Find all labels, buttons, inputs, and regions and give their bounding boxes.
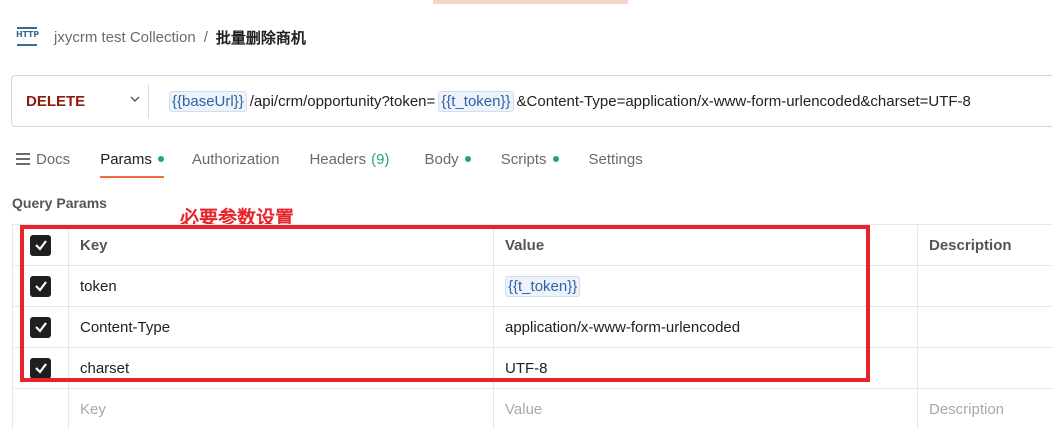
- url-bar: DELETE {{baseUrl}} /api/crm/opportunity?…: [11, 75, 1052, 127]
- row-checkbox[interactable]: [30, 357, 51, 379]
- url-input[interactable]: {{baseUrl}} /api/crm/opportunity?token= …: [169, 90, 974, 112]
- table-row: Content-Type application/x-www-form-urle…: [12, 307, 1052, 348]
- method-select[interactable]: DELETE: [12, 76, 148, 126]
- tab-label: Docs: [36, 150, 71, 168]
- url-variable-token: {{t_token}}: [438, 90, 514, 112]
- http-request-icon: HTTP: [16, 26, 39, 48]
- url-variable-baseurl: {{baseUrl}}: [169, 90, 247, 112]
- select-all-cell: [12, 225, 69, 265]
- column-header-description: Description: [929, 236, 1012, 254]
- tab-settings[interactable]: Settings: [589, 144, 643, 174]
- table-row: token {{t_token}}: [12, 266, 1052, 307]
- column-header-key: Key: [69, 225, 494, 265]
- url-query: &Content-Type=application/x-www-form-url…: [516, 92, 971, 110]
- param-description[interactable]: [918, 348, 1052, 388]
- headers-count-badge: (9): [371, 150, 390, 168]
- new-param-key-input[interactable]: Key: [69, 389, 494, 429]
- new-param-description-input[interactable]: Description: [918, 389, 1052, 429]
- tab-label: Params: [100, 150, 152, 168]
- url-divider: [148, 84, 149, 118]
- param-key[interactable]: token: [69, 266, 494, 306]
- docs-icon: [16, 153, 30, 165]
- query-params-title: Query Params: [12, 195, 107, 211]
- param-key[interactable]: charset: [69, 348, 494, 388]
- table-row: charset UTF-8: [12, 348, 1052, 389]
- checkmark-icon: [34, 363, 47, 374]
- tab-body[interactable]: Body: [424, 144, 471, 174]
- checkmark-icon: [34, 322, 47, 333]
- param-value: {{t_token}}: [505, 275, 581, 297]
- param-description[interactable]: [918, 266, 1052, 306]
- table-row-empty: Key Value Description: [12, 389, 1052, 429]
- row-checkbox[interactable]: [30, 316, 51, 338]
- column-header-value: Value: [494, 225, 918, 265]
- tab-params[interactable]: Params: [100, 144, 164, 178]
- param-value-cell[interactable]: {{t_token}}: [494, 266, 918, 306]
- checkbox-cell: [12, 307, 69, 347]
- tab-label: Scripts: [500, 150, 547, 168]
- tab-docs[interactable]: Docs: [16, 144, 70, 174]
- tab-authorization[interactable]: Authorization: [192, 144, 280, 174]
- status-dot: [464, 156, 471, 162]
- param-value[interactable]: application/x-www-form-urlencoded: [494, 307, 918, 347]
- checkbox-cell: [12, 348, 69, 388]
- select-all-checkbox[interactable]: [30, 234, 51, 256]
- request-name[interactable]: 批量删除商机: [216, 27, 306, 48]
- chevron-down-icon: [130, 96, 140, 102]
- tab-headers[interactable]: Headers (9): [309, 144, 389, 174]
- status-dot: [157, 156, 164, 162]
- param-key[interactable]: Content-Type: [69, 307, 494, 347]
- tab-label: Body: [424, 150, 459, 168]
- checkmark-icon: [34, 281, 47, 292]
- breadcrumb-collection[interactable]: jxycrm test Collection: [54, 29, 196, 46]
- request-tabs: Docs Params Authorization Headers (9) Bo…: [16, 144, 643, 180]
- url-path: /api/crm/opportunity?token=: [249, 92, 436, 110]
- tab-label: Settings: [588, 150, 643, 168]
- new-param-value-input[interactable]: Value: [494, 389, 918, 429]
- top-accent-bar: [433, 0, 628, 4]
- param-value[interactable]: UTF-8: [494, 348, 918, 388]
- tab-scripts[interactable]: Scripts: [501, 144, 559, 174]
- table-header-row: Key Value Description: [12, 225, 1052, 266]
- checkmark-icon: [34, 240, 47, 251]
- checkbox-cell: [12, 266, 69, 306]
- breadcrumb-separator: /: [203, 28, 208, 46]
- breadcrumb: HTTP jxycrm test Collection / 批量删除商机: [16, 24, 306, 50]
- method-label: DELETE: [26, 92, 86, 110]
- param-description[interactable]: [918, 307, 1052, 347]
- checkbox-cell: [12, 389, 69, 429]
- query-params-table: Key Value Description token {{t_token}} …: [12, 224, 1052, 429]
- row-checkbox[interactable]: [30, 275, 51, 297]
- tab-label: Headers: [309, 150, 367, 168]
- tab-label: Authorization: [191, 150, 280, 168]
- status-dot: [552, 156, 559, 162]
